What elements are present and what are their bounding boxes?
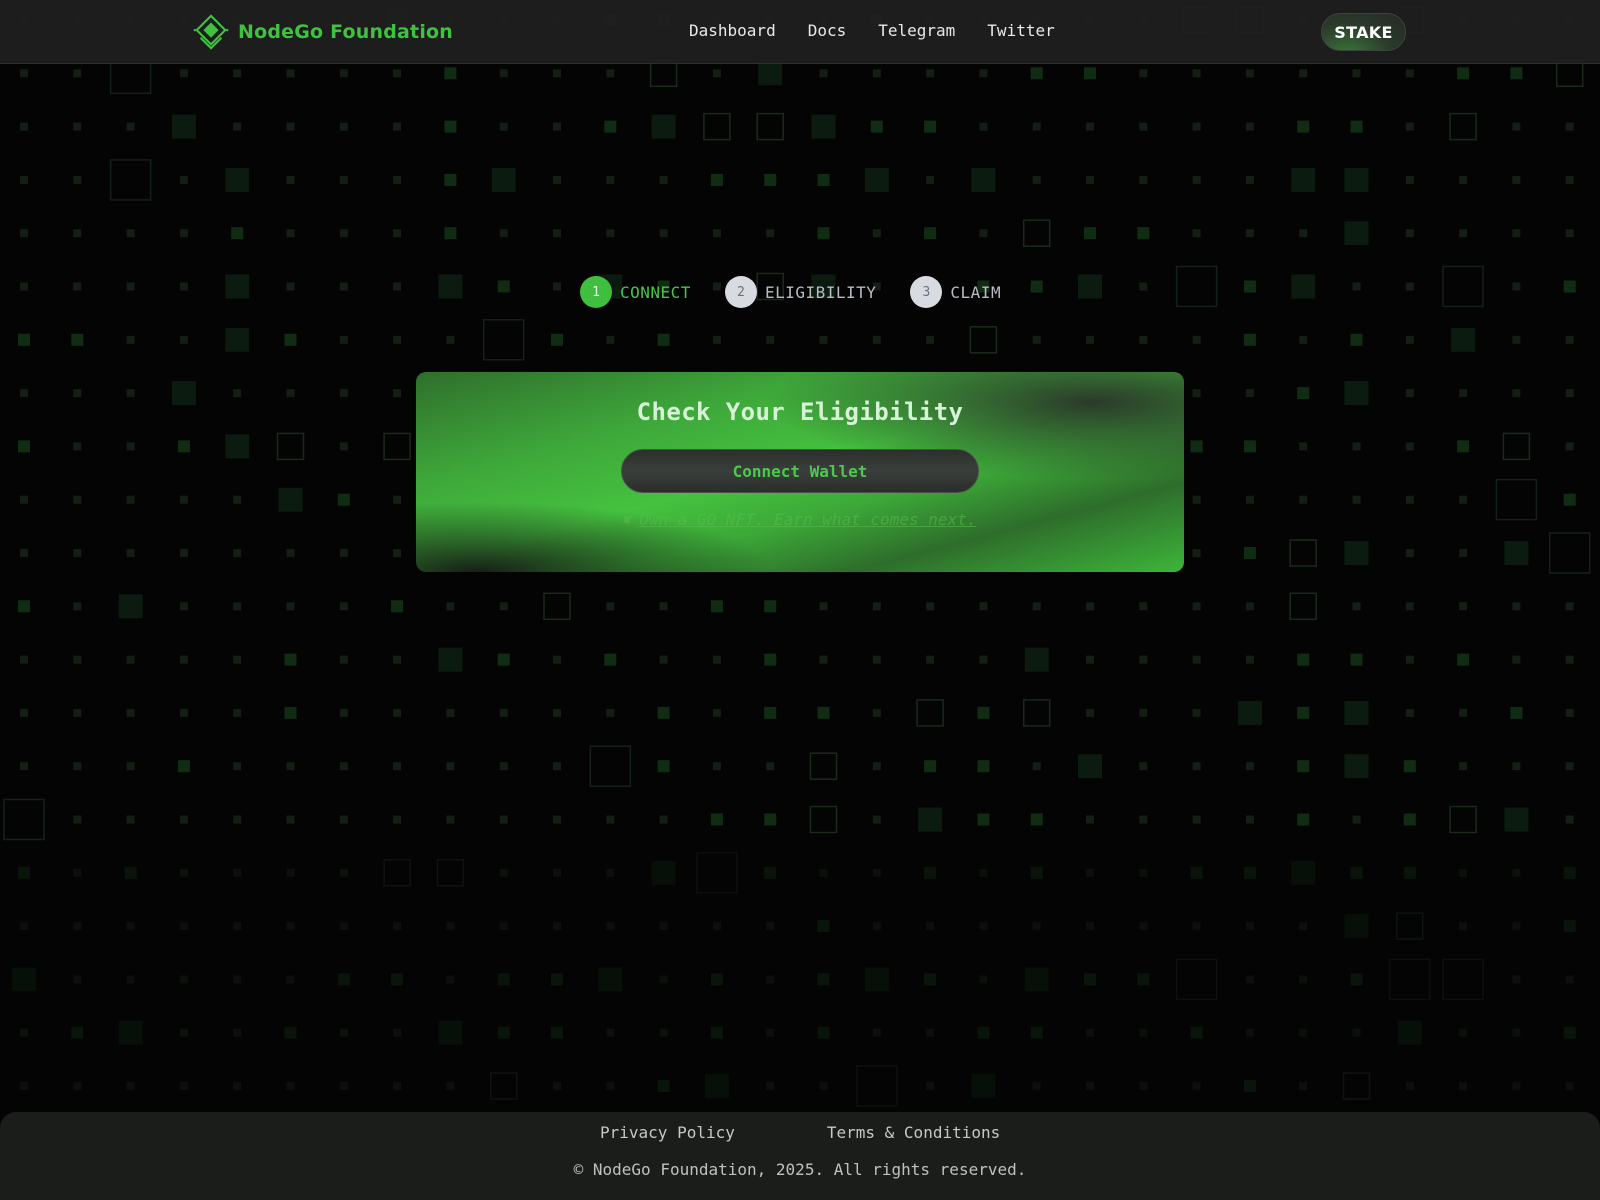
privacy-policy-link[interactable]: Privacy Policy	[600, 1120, 735, 1146]
nav-docs-link[interactable]: Docs	[808, 18, 847, 44]
nft-info-link-text: Own a GO NFT. Earn what comes next.	[639, 510, 977, 529]
step-number-badge: 1	[580, 276, 612, 308]
step-number-badge: 2	[724, 276, 757, 308]
connect-wallet-button[interactable]: Connect Wallet	[621, 449, 979, 493]
step-number-badge: 3	[910, 276, 943, 308]
nft-info-link[interactable]: ☛ Own a GO NFT. Earn what comes next.	[416, 510, 1184, 529]
pointing-hand-icon: ☛	[623, 510, 634, 529]
nav-twitter-link[interactable]: Twitter	[987, 18, 1054, 44]
progress-stepper: 1 CONNECT 2 ELIGIBILITY 3 CLAIM	[580, 276, 1001, 308]
step-claim: 3 CLAIM	[910, 276, 1001, 308]
stake-button[interactable]: STAKE	[1321, 13, 1406, 51]
top-navigation-bar: NodeGo Foundation Dashboard Docs Telegra…	[0, 0, 1600, 64]
step-label: CONNECT	[620, 282, 691, 302]
nav-telegram-link[interactable]: Telegram	[878, 18, 955, 44]
background-grid-pattern	[3, 6, 1591, 1200]
page-footer: Privacy Policy Terms & Conditions © Node…	[0, 1112, 1600, 1200]
terms-conditions-link[interactable]: Terms & Conditions	[827, 1120, 1000, 1146]
eligibility-card: Check Your Eligibility Connect Wallet ☛ O…	[416, 372, 1184, 572]
footer-links: Privacy Policy Terms & Conditions	[600, 1120, 1000, 1146]
step-eligibility: 2 ELIGIBILITY	[724, 276, 877, 308]
step-label: ELIGIBILITY	[764, 282, 877, 302]
card-title: Check Your Eligibility	[636, 398, 964, 426]
step-connect: 1 CONNECT	[580, 276, 691, 308]
main-nav: Dashboard Docs Telegram Twitter	[689, 18, 1055, 44]
brand-logo[interactable]: NodeGo Foundation	[192, 13, 453, 51]
copyright-text: © NodeGo Foundation, 2025. All rights re…	[573, 1160, 1027, 1179]
step-label: CLAIM	[950, 282, 1002, 302]
nodego-diamond-icon	[193, 14, 229, 50]
nav-dashboard-link[interactable]: Dashboard	[689, 18, 776, 44]
brand-name: NodeGo Foundation	[238, 21, 454, 43]
